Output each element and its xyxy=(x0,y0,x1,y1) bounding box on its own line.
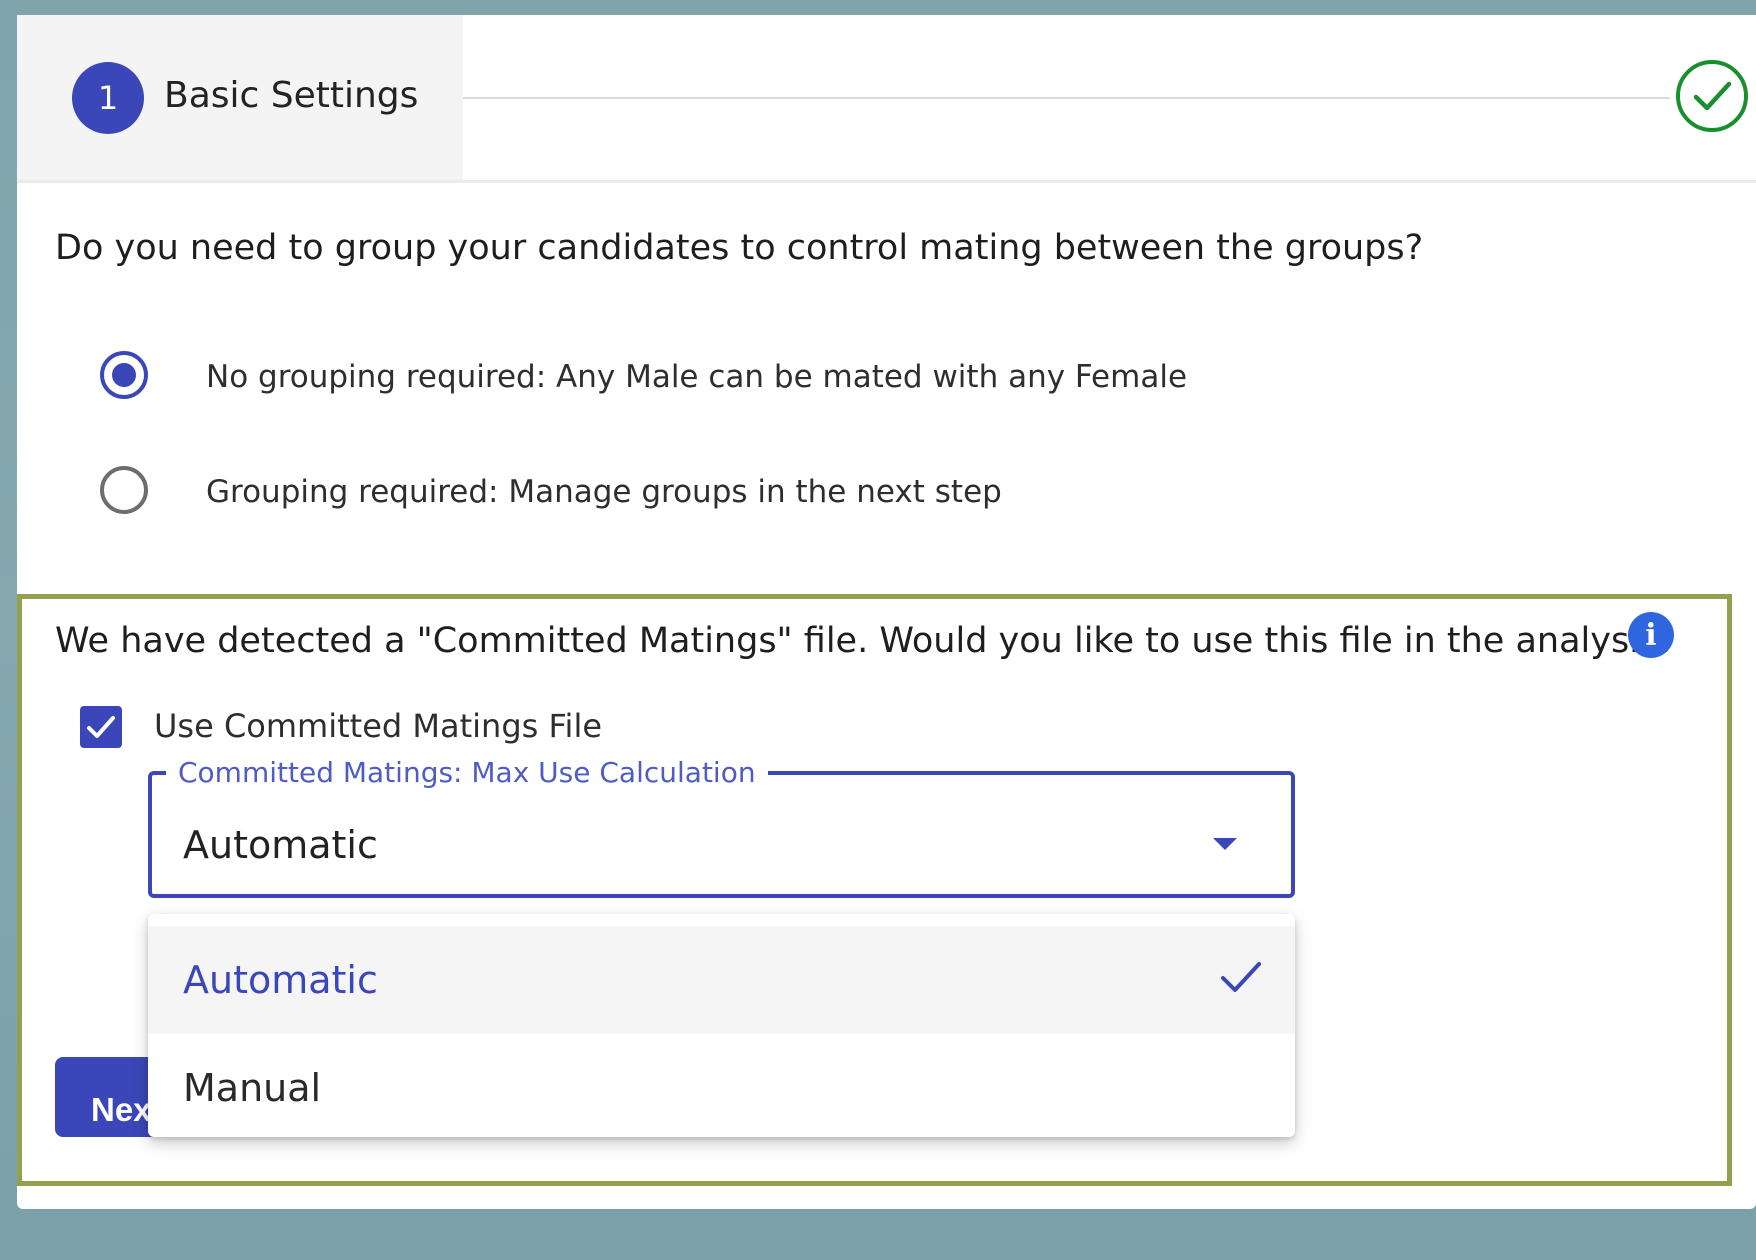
stepper: 1 Basic Settings xyxy=(17,15,1756,183)
step-label: Basic Settings xyxy=(164,75,419,116)
radio-label[interactable]: No grouping required: Any Male can be ma… xyxy=(206,359,1187,395)
chevron-down-icon[interactable] xyxy=(1213,838,1237,850)
step-number-badge: 1 xyxy=(72,62,144,134)
select-dropdown-menu: Automatic Manual xyxy=(148,914,1295,1137)
committed-matings-question: We have detected a "Committed Matings" f… xyxy=(55,621,1676,661)
select-value[interactable]: Automatic xyxy=(183,823,378,867)
radio-button-checked[interactable] xyxy=(100,351,148,399)
info-icon[interactable]: i xyxy=(1628,612,1674,658)
checkmark-icon xyxy=(87,716,115,738)
check-circle-icon xyxy=(1676,60,1748,132)
check-icon xyxy=(1221,962,1261,992)
menu-option-automatic[interactable]: Automatic xyxy=(148,926,1295,1034)
select-floating-label: Committed Matings: Max Use Calculation xyxy=(166,756,768,789)
step-connector xyxy=(463,97,1670,99)
radio-label[interactable]: Grouping required: Manage groups in the … xyxy=(206,474,1002,510)
radio-button[interactable] xyxy=(100,466,148,514)
menu-option-manual[interactable]: Manual xyxy=(148,1034,1295,1137)
grouping-question: Do you need to group your candidates to … xyxy=(55,228,1424,268)
menu-option-label[interactable]: Manual xyxy=(183,1066,321,1110)
menu-option-label[interactable]: Automatic xyxy=(183,958,378,1002)
checkbox-label[interactable]: Use Committed Matings File xyxy=(154,707,602,745)
use-committed-matings-checkbox[interactable] xyxy=(80,706,122,748)
